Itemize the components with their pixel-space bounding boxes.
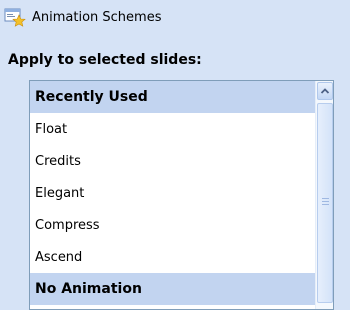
task-pane-header[interactable]: Animation Schemes	[4, 6, 161, 28]
list-group-recently-used: Recently Used	[30, 81, 315, 113]
list-item-float[interactable]: Float	[30, 113, 315, 145]
scroll-thumb[interactable]	[317, 103, 333, 303]
animation-scheme-list[interactable]: Recently Used Float Credits Elegant Comp…	[29, 80, 334, 310]
task-pane-title: Animation Schemes	[32, 9, 162, 25]
chevron-up-icon	[320, 88, 330, 94]
task-pane: Animation Schemes Apply to selected slid…	[0, 0, 350, 310]
list-item-ascend[interactable]: Ascend	[30, 241, 315, 273]
list-item-credits[interactable]: Credits	[30, 145, 315, 177]
list-group-no-animation: No Animation	[30, 273, 315, 305]
animation-schemes-icon	[4, 7, 26, 27]
section-label: Apply to selected slides:	[8, 52, 202, 68]
list-item-elegant[interactable]: Elegant	[30, 177, 315, 209]
grip-icon	[322, 198, 329, 206]
vertical-scrollbar[interactable]	[315, 81, 333, 309]
scroll-up-button[interactable]	[317, 82, 333, 100]
list-item-compress[interactable]: Compress	[30, 209, 315, 241]
